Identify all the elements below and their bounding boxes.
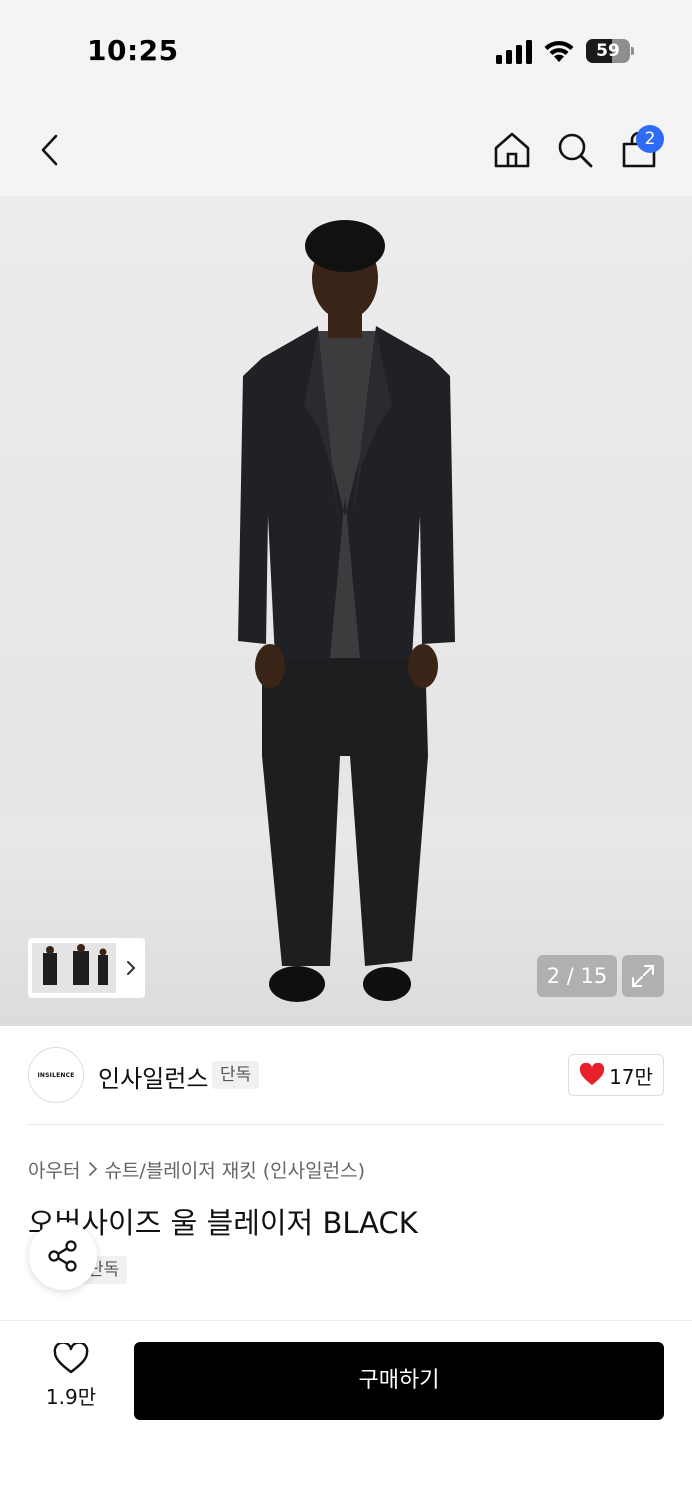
home-icon [494,132,530,168]
breadcrumb-item-category[interactable]: 슈트/블레이저 재킷 (인사일런스) [104,1156,365,1183]
share-icon [48,1240,77,1272]
expand-icon [632,965,654,987]
home-button[interactable] [490,128,534,172]
search-icon [558,133,593,168]
nav-bar [0,104,692,196]
chevron-right-icon [89,1162,98,1176]
brand-logo[interactable]: INSILENCE [28,1047,84,1103]
expand-image-button[interactable] [622,955,664,997]
wifi-icon [544,40,574,62]
brand-exclusive-tag: 단독 [212,1061,260,1089]
wishlist-count: 1.9만 [45,1385,97,1409]
cart-count-badge: 2 [636,125,664,153]
battery-indicator: 59 [586,39,634,63]
status-time: 10:25 [87,34,179,67]
cellular-signal-icon [496,40,532,64]
heart-outline-icon [53,1343,89,1374]
search-button[interactable] [553,128,597,172]
brand-row: INSILENCE 인사일런스 단독 17만 [28,1045,664,1105]
thumbnail-strip[interactable] [28,938,145,998]
heart-filled-icon [579,1063,605,1085]
brand-like-count: 17만 [609,1064,653,1089]
share-button[interactable] [29,1222,97,1290]
chevron-right-icon [127,961,136,975]
wishlist-button[interactable]: 1.9만 [36,1343,106,1423]
product-photo [0,220,692,1026]
buy-button[interactable]: 구매하기 [134,1342,664,1420]
back-icon [41,134,58,166]
brand-logo-text: INSILENCE [37,1071,75,1079]
brand-like-button[interactable]: 17만 [568,1054,664,1096]
brand-name[interactable]: 인사일런스 [98,1059,208,1094]
status-bar: 10:25 59 [0,0,692,104]
breadcrumb-item-outer[interactable]: 아우터 [28,1156,80,1183]
battery-level: 59 [596,41,620,61]
bottom-action-bar: 1.9만 구매하기 [0,1320,692,1500]
image-page-counter: 2 / 15 [537,955,617,997]
thumbnail-images [32,943,116,993]
product-image-gallery[interactable]: 2 / 15 [0,196,692,1026]
divider [28,1124,664,1125]
back-button[interactable] [28,128,72,172]
breadcrumb: 아우터 슈트/블레이저 재킷 (인사일런스) [28,1154,365,1184]
